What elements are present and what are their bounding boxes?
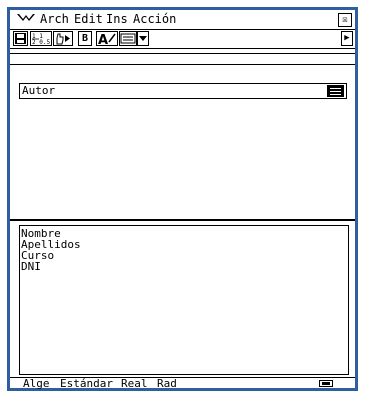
- status-mode[interactable]: Alge: [23, 378, 50, 390]
- formula-pane: Autor: [10, 53, 355, 221]
- autor-field[interactable]: Autor: [19, 83, 347, 99]
- status-bar: Alge Estándar Real Rad: [10, 377, 355, 390]
- pane-divider: [10, 64, 355, 65]
- close-icon[interactable]: ☒: [338, 13, 352, 27]
- menu-arch[interactable]: Arch: [40, 10, 69, 29]
- svg-text:A: A: [98, 33, 108, 45]
- menu-edit[interactable]: Edit: [74, 10, 103, 29]
- variables-list[interactable]: Nombre Apellidos Curso DNI: [19, 225, 349, 375]
- battery-icon: [319, 380, 333, 387]
- menu-ins[interactable]: Ins: [106, 10, 128, 29]
- keyboard-icon[interactable]: [327, 85, 344, 97]
- svg-text:2 0.5: 2 0.5: [32, 39, 50, 45]
- casio-menu-icon[interactable]: [16, 11, 36, 28]
- bold-button[interactable]: B: [78, 31, 92, 46]
- list-item[interactable]: Curso: [21, 250, 347, 261]
- list-item[interactable]: DNI: [21, 261, 347, 272]
- toolbar-scroll-right-icon[interactable]: ▶: [341, 31, 353, 46]
- status-number[interactable]: Real: [121, 378, 148, 390]
- status-angle[interactable]: Rad: [157, 378, 177, 390]
- autor-field-value: Autor: [22, 84, 56, 97]
- fraction-decimal-icon[interactable]: 1 12 0.5: [30, 31, 52, 46]
- keyboard-icon[interactable]: [119, 31, 137, 46]
- toolbar: 1 12 0.5 B A ▶: [10, 30, 355, 49]
- dropdown-arrow-icon[interactable]: [137, 31, 149, 46]
- pointer-run-icon[interactable]: [53, 31, 73, 46]
- menu-bar: Arch Edit Ins Acción ☒: [10, 10, 355, 30]
- save-icon[interactable]: [13, 31, 28, 46]
- font-style-icon[interactable]: A: [96, 31, 118, 48]
- screen: Arch Edit Ins Acción ☒ 1 12 0.5 B A ▶ Au…: [10, 10, 355, 390]
- menu-accion[interactable]: Acción: [133, 10, 176, 29]
- list-item[interactable]: Apellidos: [21, 239, 347, 250]
- status-format[interactable]: Estándar: [60, 378, 113, 390]
- device-frame: Arch Edit Ins Acción ☒ 1 12 0.5 B A ▶ Au…: [7, 7, 358, 391]
